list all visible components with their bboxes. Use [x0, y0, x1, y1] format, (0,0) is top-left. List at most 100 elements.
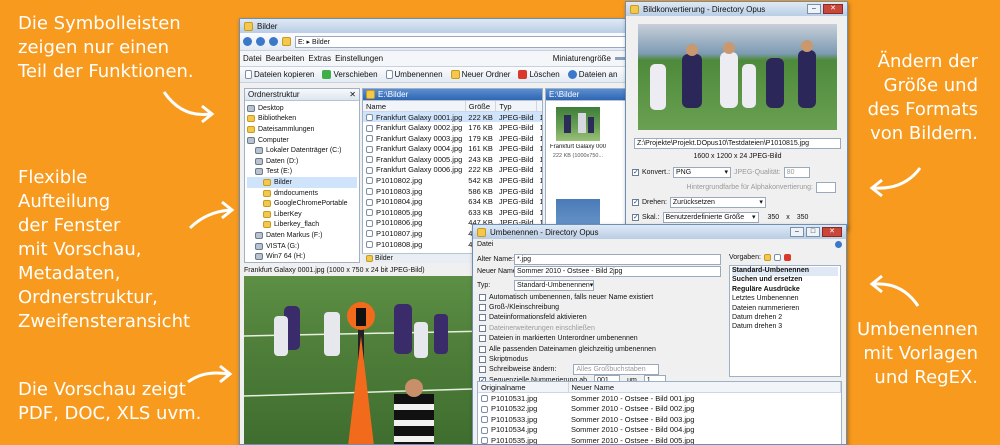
- file-row[interactable]: P1010804.jpg 634 KB JPEG-Bild16.0: [363, 196, 542, 207]
- tree-item[interactable]: Desktop: [247, 103, 357, 114]
- favorites-icon[interactable]: [282, 37, 291, 46]
- preset-item[interactable]: Dateien nummerieren: [732, 305, 838, 314]
- rename-row[interactable]: P1010531.jpg Sommer 2010 - Ostsee - Bild …: [478, 393, 841, 404]
- option-checkbox[interactable]: [479, 366, 486, 374]
- option-checkbox[interactable]: [479, 356, 486, 364]
- convert-path-field[interactable]: Z:\Projekte\Projekt.DOpus10\Testdateien\…: [634, 138, 841, 149]
- rotate-checkbox[interactable]: [632, 198, 639, 206]
- file-row[interactable]: Frankfurt Galaxy 0003.jpg 179 KB JPEG-Bild…: [363, 133, 542, 144]
- file-row[interactable]: Frankfurt Galaxy 0002.jpg 176 KB JPEG-Bild…: [363, 122, 542, 133]
- menu-einstellungen[interactable]: Einstellungen: [335, 54, 383, 63]
- col-size[interactable]: Größe: [465, 101, 497, 113]
- callout-rename: Umbenennen mit Vorlagen und RegEX.: [857, 318, 978, 390]
- file-row[interactable]: P1010803.jpg 586 KB JPEG-Bild16.0: [363, 186, 542, 197]
- col-name[interactable]: Name: [363, 101, 466, 113]
- minimize-icon[interactable]: –: [790, 227, 804, 237]
- tree-item[interactable]: dmdocuments: [247, 188, 357, 199]
- option-checkbox[interactable]: [479, 335, 486, 343]
- tree-item[interactable]: Computer: [247, 135, 357, 146]
- option-checkbox[interactable]: [479, 324, 486, 332]
- rotate-select[interactable]: Zurücksetzen ▾: [669, 196, 766, 208]
- tab-bilder[interactable]: Bilder: [373, 255, 393, 262]
- col-extra[interactable]: [536, 101, 542, 113]
- close-icon[interactable]: ✕: [822, 227, 842, 237]
- menu-extras[interactable]: Extras: [308, 54, 331, 63]
- tree-item[interactable]: Win7 64 (H:): [247, 251, 357, 262]
- up-icon[interactable]: [269, 37, 278, 46]
- file-row[interactable]: P1010805.jpg 633 KB JPEG-Bild16.0: [363, 207, 542, 218]
- forward-icon[interactable]: [256, 37, 265, 46]
- tree-item[interactable]: FTP: [247, 262, 357, 263]
- preset-item[interactable]: Reguläre Ausdrücke: [732, 286, 838, 295]
- menu-bearbeiten[interactable]: Bearbeiten: [266, 54, 305, 63]
- format-select[interactable]: PNG ▾: [673, 166, 732, 178]
- file-row[interactable]: Frankfurt Galaxy 0001.jpg 222 KB JPEG-Bild…: [363, 111, 542, 123]
- preset-item[interactable]: Datum drehen 3: [732, 323, 838, 332]
- back-icon[interactable]: [243, 37, 252, 46]
- option-checkbox[interactable]: [479, 304, 486, 312]
- option-checkbox[interactable]: [479, 314, 486, 322]
- close-icon[interactable]: ✕: [823, 4, 843, 14]
- send-files-button[interactable]: Dateien an: [566, 70, 620, 79]
- preset-item[interactable]: Letztes Umbenennen: [732, 295, 838, 304]
- menu-datei[interactable]: Datei: [243, 54, 262, 63]
- tree-item[interactable]: Liberkey_flach: [247, 220, 357, 231]
- option-checkbox[interactable]: [479, 293, 486, 301]
- tree-item[interactable]: GoogleChromePortable: [247, 198, 357, 209]
- new-folder-button[interactable]: Neuer Ordner: [449, 70, 513, 79]
- scale-checkbox[interactable]: [632, 213, 639, 221]
- col-new-name[interactable]: Neuer Name: [568, 382, 841, 394]
- delete-preset-icon[interactable]: [783, 254, 791, 261]
- load-preset-icon[interactable]: [773, 254, 781, 261]
- width-value[interactable]: 350: [762, 214, 780, 221]
- preset-item[interactable]: Standard-Umbenennen: [732, 267, 838, 277]
- tree-item[interactable]: Dateisammlungen: [247, 124, 357, 135]
- type-select[interactable]: Standard-Umbenennen ▾: [514, 279, 594, 291]
- alpha-color-select[interactable]: [816, 181, 836, 193]
- tree-item[interactable]: Bilder: [247, 177, 357, 188]
- file-row[interactable]: Frankfurt Galaxy 0005.jpg 243 KB JPEG-Bild…: [363, 154, 542, 165]
- path-field[interactable]: E: ▸ Bilder: [295, 35, 635, 48]
- tree-item[interactable]: LiberKey: [247, 209, 357, 220]
- rename-title: Umbenennen - Directory Opus: [490, 227, 599, 237]
- rename-row[interactable]: P1010535.jpg Sommer 2010 - Ostsee - Bild …: [478, 435, 841, 444]
- new-name-field[interactable]: Sommer 2010 - Ostsee - Bild 2jpg: [514, 265, 721, 277]
- option-label: Alle passenden Dateinamen gleichzeitig u…: [489, 345, 656, 353]
- rename-row[interactable]: P1010533.jpg Sommer 2010 - Ostsee - Bild …: [478, 414, 841, 425]
- convert-checkbox[interactable]: [632, 168, 639, 176]
- quality-field[interactable]: 80: [783, 166, 810, 178]
- tree-item[interactable]: Daten (D:): [247, 156, 357, 167]
- rename-option: Dateien in markierten Unterordner umbene…: [479, 334, 723, 344]
- arrow-preview-icon: [187, 364, 233, 384]
- old-name-field[interactable]: *.jpg: [514, 253, 721, 265]
- col-original[interactable]: Originalname: [478, 382, 569, 394]
- save-preset-icon[interactable]: [763, 254, 771, 261]
- delete-button[interactable]: Löschen: [516, 70, 561, 79]
- rename-row[interactable]: P1010534.jpg Sommer 2010 - Ostsee - Bild …: [478, 424, 841, 435]
- tree-item[interactable]: Bibliotheken: [247, 114, 357, 125]
- preset-item[interactable]: Suchen und ersetzen: [732, 276, 838, 285]
- move-button[interactable]: Verschieben: [320, 70, 379, 79]
- preset-item[interactable]: Datum drehen 2: [732, 314, 838, 323]
- option-checkbox[interactable]: [479, 345, 486, 353]
- tree-item[interactable]: Test (E:): [247, 167, 357, 178]
- scale-mode-select[interactable]: Benutzerdefinierte Größe ▾: [662, 211, 759, 223]
- help-icon[interactable]: [835, 241, 842, 248]
- maximize-icon[interactable]: □: [806, 227, 820, 237]
- rename-row[interactable]: P1010532.jpg Sommer 2010 - Ostsee - Bild …: [478, 403, 841, 414]
- copy-files-button[interactable]: Dateien kopieren: [243, 70, 316, 79]
- menu-datei[interactable]: Datei: [477, 241, 493, 248]
- col-type[interactable]: Typ: [495, 101, 537, 113]
- tree-item[interactable]: Lokaler Datenträger (C:): [247, 145, 357, 156]
- thumbnail-item[interactable]: Frankfurt Galaxy 0001.jpg 222 KB (1000x7…: [550, 107, 606, 167]
- file-row[interactable]: P1010802.jpg 542 KB JPEG-Bild16.0: [363, 175, 542, 186]
- height-value[interactable]: 350: [797, 214, 809, 221]
- close-icon[interactable]: ✕: [349, 90, 356, 99]
- file-row[interactable]: Frankfurt Galaxy 0004.jpg 161 KB JPEG-Bild…: [363, 143, 542, 154]
- file-row[interactable]: Frankfurt Galaxy 0006.jpg 222 KB JPEG-Bild…: [363, 165, 542, 176]
- case-select[interactable]: Alles Großbuchstaben: [573, 364, 660, 376]
- tree-item[interactable]: VISTA (G:): [247, 241, 357, 252]
- minimize-icon[interactable]: –: [807, 4, 821, 14]
- tree-item[interactable]: Daten Markus (F:): [247, 230, 357, 241]
- rename-button[interactable]: Umbenennen: [384, 70, 445, 79]
